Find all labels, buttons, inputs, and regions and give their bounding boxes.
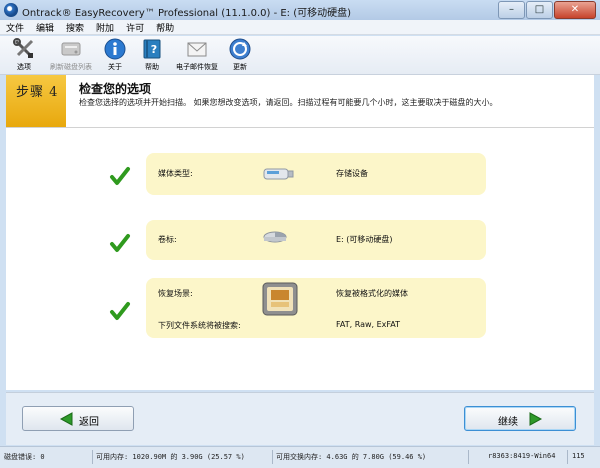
- check-icon: [110, 302, 130, 320]
- window-title: Ontrack® EasyRecovery™ Professional (11.…: [22, 8, 352, 19]
- help-label: 帮助: [145, 63, 159, 71]
- help-button[interactable]: ? 帮助: [128, 38, 176, 72]
- menu-search[interactable]: 搜索: [66, 21, 84, 34]
- volume-label: 卷标:: [158, 235, 177, 244]
- status-separator: [92, 450, 93, 464]
- usb-drive-icon: [263, 168, 294, 180]
- formatted-drive-icon: [262, 282, 298, 316]
- step-number: 步骤 4: [16, 85, 59, 100]
- back-button[interactable]: 返回: [22, 406, 134, 431]
- status-code: 115: [572, 452, 585, 460]
- media-type-row: 媒体类型: 存储设备: [146, 153, 486, 195]
- refresh-disk-list-label: 刷新磁盘列表: [50, 63, 92, 71]
- filesystems-label: 下列文件系统将被搜索:: [158, 321, 241, 330]
- step-header: 步骤 4 检查您的选项 检查您选择的选项并开始扫描。 如果您想改变选项，请返回。…: [6, 75, 594, 128]
- app-logo-icon: [4, 3, 18, 17]
- media-type-value: 存储设备: [336, 169, 368, 178]
- menu-edit[interactable]: 编辑: [36, 21, 54, 34]
- svg-text:?: ?: [151, 43, 157, 56]
- title-bar: Ontrack® EasyRecovery™ Professional (11.…: [0, 0, 600, 21]
- continue-button[interactable]: 继续: [464, 406, 576, 431]
- status-separator: [272, 450, 273, 464]
- arrow-right-icon: [529, 412, 543, 426]
- arrow-left-icon: [59, 412, 73, 426]
- update-icon: [229, 38, 251, 60]
- options-summary: 媒体类型: 存储设备 卷标: E: (可移动硬盘) 恢复场景: 恢复被格式化的媒…: [6, 128, 594, 390]
- media-type-label: 媒体类型:: [158, 169, 193, 178]
- window-controls: – □ ✕: [497, 1, 596, 19]
- available-memory: 可用内存: 1020.90M 的 3.90G (25.57 %): [96, 453, 245, 461]
- options-button[interactable]: 选项: [0, 38, 48, 72]
- volume-disk-icon: [263, 231, 287, 243]
- recovery-scenario-row: 恢复场景: 恢复被格式化的媒体 下列文件系统将被搜索: FAT, Raw, Ex…: [146, 278, 486, 338]
- status-bar: 磁盘错误: 0 可用内存: 1020.90M 的 3.90G (25.57 %)…: [0, 446, 600, 468]
- minimize-button[interactable]: –: [498, 1, 525, 19]
- scenario-label: 恢复场景:: [158, 289, 193, 298]
- menu-license[interactable]: 许可: [126, 21, 144, 34]
- continue-label: 继续: [498, 417, 518, 428]
- status-separator: [567, 450, 568, 464]
- email-icon: [187, 42, 207, 57]
- options-label: 选项: [17, 63, 31, 71]
- step-description: 检查您选择的选项并开始扫描。 如果您想改变选项，请返回。扫描过程有可能要几个小时…: [79, 98, 498, 107]
- update-label: 更新: [233, 63, 247, 71]
- menu-file[interactable]: 文件: [6, 21, 24, 34]
- step-title: 检查您的选项: [79, 82, 152, 96]
- step-badge: 步骤 4: [6, 75, 66, 127]
- swap-memory: 可用交换内存: 4.63G 的 7.80G (59.46 %): [276, 453, 427, 461]
- refresh-disk-list-button[interactable]: 刷新磁盘列表: [44, 38, 98, 72]
- disk-errors: 磁盘错误: 0: [4, 453, 45, 461]
- drive-refresh-icon: [61, 42, 81, 56]
- check-icon: [110, 234, 130, 252]
- status-separator: [468, 450, 469, 464]
- maximize-button[interactable]: □: [526, 1, 553, 19]
- volume-row: 卷标: E: (可移动硬盘): [146, 220, 486, 260]
- menu-extra[interactable]: 附加: [96, 21, 114, 34]
- toolbar: 选项 刷新磁盘列表 关于 ? 帮助 电子邮件恢复 更新: [0, 36, 600, 75]
- menu-help[interactable]: 帮助: [156, 21, 174, 34]
- help-book-icon: ?: [143, 39, 161, 59]
- tools-icon: [13, 38, 34, 59]
- close-button[interactable]: ✕: [554, 1, 596, 19]
- check-icon: [110, 167, 130, 185]
- update-button[interactable]: 更新: [216, 38, 264, 72]
- filesystems-value: FAT, Raw, ExFAT: [336, 320, 400, 329]
- back-label: 返回: [79, 417, 99, 428]
- navigation-bar: 返回 继续: [6, 392, 594, 445]
- info-icon: [104, 38, 126, 60]
- build-info: r8363:8419-Win64: [488, 452, 556, 460]
- menu-bar: 文件 编辑 搜索 附加 许可 帮助: [0, 20, 600, 35]
- scenario-value: 恢复被格式化的媒体: [336, 289, 408, 298]
- volume-value: E: (可移动硬盘): [336, 235, 393, 244]
